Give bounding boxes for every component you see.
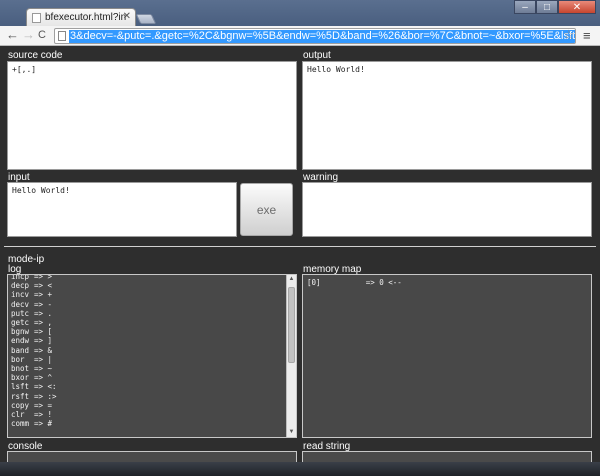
log-row: incp => > bbox=[8, 274, 286, 281]
log-row: band => & bbox=[8, 346, 286, 355]
log-row: putc => . bbox=[8, 309, 286, 318]
scroll-down-icon[interactable]: ▼ bbox=[287, 428, 296, 437]
log-row: incv => + bbox=[8, 290, 286, 299]
log-symbol: => ! bbox=[34, 410, 53, 420]
divider bbox=[4, 246, 596, 247]
log-symbol: => . bbox=[34, 308, 53, 318]
log-row: bnot => ~ bbox=[8, 364, 286, 373]
memory-cell-line: [0] => 0 <-- bbox=[307, 278, 402, 287]
source-code-editor[interactable]: +[,.] bbox=[7, 61, 297, 170]
log-scrollbar[interactable]: ▲ ▼ bbox=[286, 275, 296, 437]
log-symbol: => :> bbox=[34, 391, 57, 401]
page-icon bbox=[58, 31, 66, 41]
browser-chrome: bfexecutor.html?in ✕ – □ ✕ ← → C 3&decv=… bbox=[0, 0, 600, 46]
log-panel[interactable]: incp => > decp => < incv => + decv => - putc => .… bbox=[7, 274, 297, 438]
log-command: getc bbox=[11, 318, 30, 328]
log-symbol: => | bbox=[34, 354, 53, 364]
log-command: endw bbox=[11, 336, 30, 346]
exe-button[interactable]: exe bbox=[240, 183, 293, 236]
log-command: clr bbox=[11, 410, 25, 420]
log-list: incp => > decp => < incv => + decv => - putc => .… bbox=[8, 274, 286, 428]
log-symbol: => , bbox=[34, 318, 53, 328]
log-symbol: => + bbox=[34, 290, 53, 300]
log-command: putc bbox=[11, 308, 30, 318]
forward-arrow-icon[interactable]: → bbox=[22, 28, 35, 42]
reload-icon[interactable]: C bbox=[38, 28, 46, 42]
log-row: getc => , bbox=[8, 318, 286, 327]
log-command: bnot bbox=[11, 364, 30, 374]
log-row: comm => # bbox=[8, 419, 286, 428]
log-command: decv bbox=[11, 299, 30, 309]
log-row: bgnw => [ bbox=[8, 327, 286, 336]
log-symbol: => [ bbox=[34, 327, 53, 337]
log-row: rsft => :> bbox=[8, 392, 286, 401]
log-command: bgnw bbox=[11, 327, 30, 337]
output-area[interactable]: Hello World! bbox=[302, 61, 592, 170]
log-symbol: => <: bbox=[34, 382, 57, 392]
log-command: rsft bbox=[11, 391, 30, 401]
minimize-button[interactable]: – bbox=[514, 0, 536, 14]
log-command: incv bbox=[11, 290, 30, 300]
log-command: band bbox=[11, 345, 30, 355]
taskbar bbox=[0, 462, 600, 476]
close-window-button[interactable]: ✕ bbox=[558, 0, 596, 14]
back-arrow-icon[interactable]: ← bbox=[6, 28, 19, 42]
log-row: decv => - bbox=[8, 300, 286, 309]
log-row: copy => = bbox=[8, 401, 286, 410]
bookmark-star-icon[interactable]: ☆ bbox=[563, 27, 575, 43]
log-command: decp bbox=[11, 281, 30, 291]
window-controls: – □ ✕ bbox=[514, 0, 596, 14]
log-row: lsft => <: bbox=[8, 382, 286, 391]
browser-tab[interactable]: bfexecutor.html?in ✕ bbox=[26, 8, 136, 26]
browser-toolbar: ← → C 3&decv=-&putc=.&getc=%2C&bgnw=%5B&… bbox=[0, 26, 600, 46]
source-code-label: source code bbox=[8, 50, 63, 61]
log-symbol: => # bbox=[34, 419, 53, 429]
log-row: clr => ! bbox=[8, 410, 286, 419]
new-tab-button[interactable] bbox=[135, 14, 157, 24]
log-command: bxor bbox=[11, 373, 30, 383]
maximize-button[interactable]: □ bbox=[536, 0, 558, 14]
log-row: bxor => ^ bbox=[8, 373, 286, 382]
log-symbol: => & bbox=[34, 345, 53, 355]
log-symbol: => < bbox=[34, 281, 53, 291]
log-row: endw => ] bbox=[8, 336, 286, 345]
log-symbol: => > bbox=[34, 274, 53, 281]
log-row: decp => < bbox=[8, 281, 286, 290]
tab-title: bfexecutor.html?in bbox=[45, 12, 127, 23]
address-bar[interactable]: 3&decv=-&putc=.&getc=%2C&bgnw=%5B&endw=%… bbox=[54, 28, 576, 44]
log-symbol: => ^ bbox=[34, 373, 53, 383]
scroll-thumb[interactable] bbox=[288, 287, 295, 363]
input-area[interactable]: Hello World! bbox=[7, 182, 237, 237]
log-command: bor bbox=[11, 354, 25, 364]
warning-area[interactable] bbox=[302, 182, 592, 237]
log-symbol: => ] bbox=[34, 336, 53, 346]
log-command: comm bbox=[11, 419, 30, 429]
url-text[interactable]: 3&decv=-&putc=.&getc=%2C&bgnw=%5B&endw=%… bbox=[69, 30, 575, 43]
log-command: incp bbox=[11, 274, 30, 281]
output-label: output bbox=[303, 50, 331, 61]
scroll-up-icon[interactable]: ▲ bbox=[287, 275, 296, 284]
page-favicon-icon bbox=[32, 13, 41, 23]
log-command: lsft bbox=[11, 382, 30, 392]
memory-map-panel[interactable]: [0] => 0 <-- bbox=[302, 274, 592, 438]
log-symbol: => = bbox=[34, 400, 53, 410]
log-symbol: => ~ bbox=[34, 364, 53, 374]
log-row: bor => | bbox=[8, 355, 286, 364]
menu-icon[interactable]: ≡ bbox=[583, 28, 591, 43]
log-command: copy bbox=[11, 400, 30, 410]
tab-close-icon[interactable]: ✕ bbox=[123, 11, 131, 22]
log-symbol: => - bbox=[34, 299, 53, 309]
